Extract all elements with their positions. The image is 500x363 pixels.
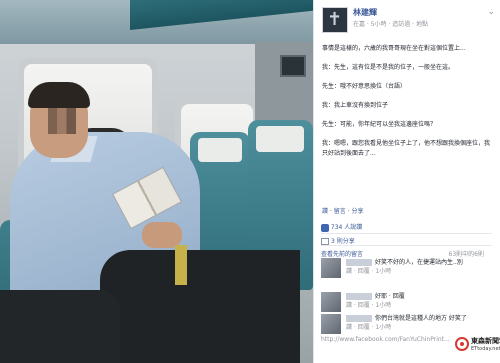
author-avatar[interactable]: ✝	[322, 7, 348, 33]
comment-meta[interactable]: 讚 · 回覆 · 1小時	[346, 302, 391, 309]
post-header: ✝ 林建輝 在嘉 · 5小時 · 造訪過 · 地點 ⌄	[322, 7, 497, 35]
comment: 好笑不好的人，在捷運站內生..別 讚 · 回覆 · 1小時	[321, 258, 491, 294]
likes-count[interactable]: 734 人說讚	[331, 224, 362, 231]
like-button[interactable]: 讚	[322, 208, 328, 215]
comment-text: 好笑不好的人，在捷運站內生..別	[375, 259, 463, 266]
watermark: 東森新聞雲 ETtoday.net	[455, 335, 500, 361]
post-paragraph: 事情是這樣的，六歲的我哥哥現在坐在對這個位置上...	[322, 45, 466, 52]
post-paragraph: 我：嗯嗯，跟您我看見他坐位子上了，他不想跟我換個座位，我只好站到後面去了...	[322, 140, 491, 157]
post-body: 事情是這樣的，六歲的我哥哥現在坐在對這個位置上... 我：先生，這有位是不是我的…	[322, 44, 494, 168]
cables	[175, 245, 187, 285]
comment-meta[interactable]: 讚 · 回覆 · 1小時	[346, 324, 391, 331]
man-hair	[28, 82, 90, 108]
face-mosaic	[48, 108, 76, 134]
post-paragraph: 先生：哦不好意思換位（台語）	[322, 83, 407, 90]
author-name[interactable]: 林建輝	[353, 7, 377, 18]
watermark-title: 東森新聞雲	[471, 337, 500, 345]
commenter-avatar[interactable]	[321, 314, 341, 334]
commenter-avatar[interactable]	[321, 258, 341, 278]
post-paragraph: 我：我上車沒有換到位子	[322, 102, 389, 109]
post-actions: 讚 · 留言 · 分享	[322, 208, 364, 215]
chevron-down-icon[interactable]: ⌄	[487, 7, 495, 17]
comment-button[interactable]: 留言	[334, 208, 346, 215]
comment-meta[interactable]: 讚 · 回覆 · 1小時	[346, 268, 391, 275]
shares-count[interactable]: 3 則分享	[331, 238, 355, 245]
shares-row[interactable]: 3 則分享	[321, 234, 492, 246]
commenter-name-blurred[interactable]	[346, 293, 372, 300]
comment-count: 63則中的6則	[448, 251, 484, 258]
watermark-url: ETtoday.net	[471, 346, 500, 352]
seat-headrest	[198, 138, 242, 162]
post-paragraph: 先生：可能，你年紀可以坐我這邊座位嗎？	[322, 121, 437, 128]
view-more-link[interactable]: 查看先前的留言	[321, 251, 363, 258]
thumbs-up-icon	[321, 223, 329, 232]
likes-row[interactable]: 734 人說讚	[321, 222, 492, 234]
commenter-name-blurred[interactable]	[346, 259, 372, 266]
share-button[interactable]: 分享	[352, 208, 364, 215]
post-paragraph: 我：先生，這有位是不是我的位子，一般坐在這。	[322, 64, 455, 71]
commenter-name-blurred[interactable]	[346, 315, 372, 322]
armrest	[0, 290, 120, 363]
post-meta: 在嘉 · 5小時 · 造訪過 · 地點	[353, 21, 428, 28]
commenter-avatar[interactable]	[321, 292, 341, 312]
ettoday-logo-icon	[455, 337, 469, 351]
share-icon	[321, 238, 329, 245]
info-screen	[280, 55, 306, 77]
pants	[100, 250, 300, 363]
post-photo[interactable]	[0, 0, 313, 363]
comment-text: 好耶 · 回覆	[375, 293, 405, 300]
seat-headrest	[256, 126, 304, 152]
cross-icon: ✝	[327, 9, 343, 30]
reactions-box: 734 人說讚 3 則分享 查看先前的留言 63則中的6則	[313, 218, 500, 263]
comment-text: 你們台灣就是這種人的地方 好笑了	[375, 315, 467, 322]
